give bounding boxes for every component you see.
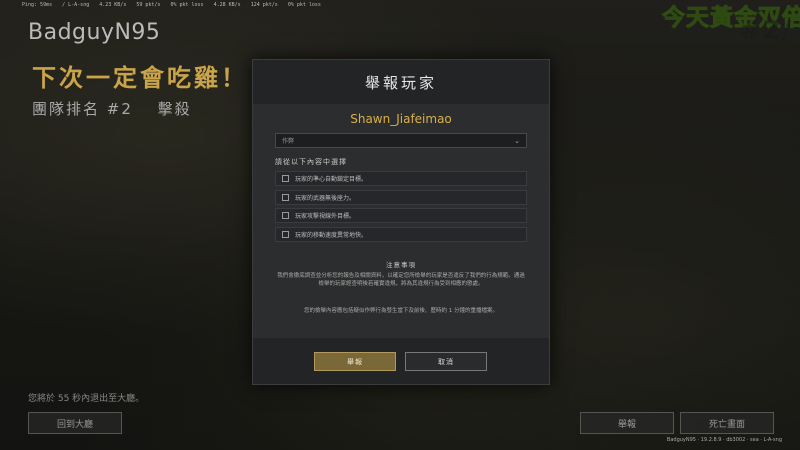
checkbox-icon[interactable] <box>282 212 289 219</box>
dialog-title: 舉報玩家 <box>253 60 549 104</box>
stream-overlay-sub: #2/ <box>739 16 792 42</box>
match-result-headline: 下次一定會吃雞！ <box>32 64 248 92</box>
rank-row: 團隊排名 #2 擊殺 <box>32 98 210 119</box>
checkbox-icon[interactable] <box>282 194 289 201</box>
kills-label: 擊殺 <box>157 100 192 118</box>
report-player-button[interactable]: 舉報 <box>580 412 674 434</box>
cancel-button[interactable]: 取消 <box>405 352 487 371</box>
reason-selected-value: 作弊 <box>282 138 295 145</box>
dialog-footer <box>253 338 549 384</box>
download-rate: 4.23 KB/s <box>99 2 127 8</box>
back-to-lobby-button[interactable]: 回到大廳 <box>28 412 122 434</box>
reason-option-label: 玩家攻擊視線外目標。 <box>295 213 356 220</box>
own-player-name: BadguyN95 <box>28 20 161 45</box>
network-stats: Ping: 59ms / L-A-sng 4.23 KB/s 59 pkt/s … <box>22 2 328 8</box>
report-player-dialog: 舉報玩家 Shawn_Jiafeimao 作弊 ⌄ 請從以下內容中選擇 玩家的準… <box>252 59 550 385</box>
team-rank: 團隊排名 #2 <box>32 100 133 118</box>
reason-option-no-recoil[interactable]: 玩家的武器無後座力。 <box>275 190 527 205</box>
notice-paragraph-2: 您的檢舉內容應包括疑似作弊行為發生當下及前後、歷時約 1 分鐘的重播檔案。 <box>304 308 498 314</box>
notice-paragraph-1: 我們會徹底調查並分析您的報告及相關資料，以確定您所檢舉的玩家是否違反了我們的行為… <box>277 273 525 287</box>
confirm-report-button[interactable]: 舉報 <box>314 352 396 371</box>
report-reason-select[interactable]: 作弊 ⌄ <box>275 133 527 148</box>
checkbox-icon[interactable] <box>282 231 289 238</box>
reported-player-name: Shawn_Jiafeimao <box>350 112 452 126</box>
chevron-down-icon: ⌄ <box>514 136 520 145</box>
reason-option-speedhack[interactable]: 玩家的移動速度異常地快。 <box>275 227 527 242</box>
server-stat: / L-A-sng <box>62 2 90 8</box>
reason-option-wallhack[interactable]: 玩家攻擊視線外目標。 <box>275 208 527 223</box>
choose-instructions: 請從以下內容中選擇 <box>275 158 347 166</box>
build-info: BadguyN95 · 19.2.8.9 · db3002 · sea · L-… <box>666 437 782 443</box>
upload-packets: 124 pkt/s <box>250 2 278 8</box>
reason-option-label: 玩家的武器無後座力。 <box>295 195 356 202</box>
notice-title: 注意事項 <box>386 261 416 269</box>
death-replay-button[interactable]: 死亡畫面 <box>680 412 774 434</box>
upload-loss: 0% pkt loss <box>287 2 321 8</box>
download-packets: 59 pkt/s <box>136 2 161 8</box>
exit-countdown-note: 您將於 55 秒內退出至大廳。 <box>28 394 145 404</box>
stream-overlay-text: 今天黃金双倍 #2/ <box>606 0 800 43</box>
reason-option-aimbot[interactable]: 玩家的準心自動鎖定目標。 <box>275 171 527 186</box>
reason-option-label: 玩家的準心自動鎖定目標。 <box>295 176 368 183</box>
checkbox-icon[interactable] <box>282 175 289 182</box>
reason-option-label: 玩家的移動速度異常地快。 <box>295 232 368 239</box>
download-loss: 0% pkt loss <box>170 2 204 8</box>
upload-rate: 4.28 KB/s <box>213 2 241 8</box>
ping-stat: Ping: 59ms <box>22 2 53 8</box>
